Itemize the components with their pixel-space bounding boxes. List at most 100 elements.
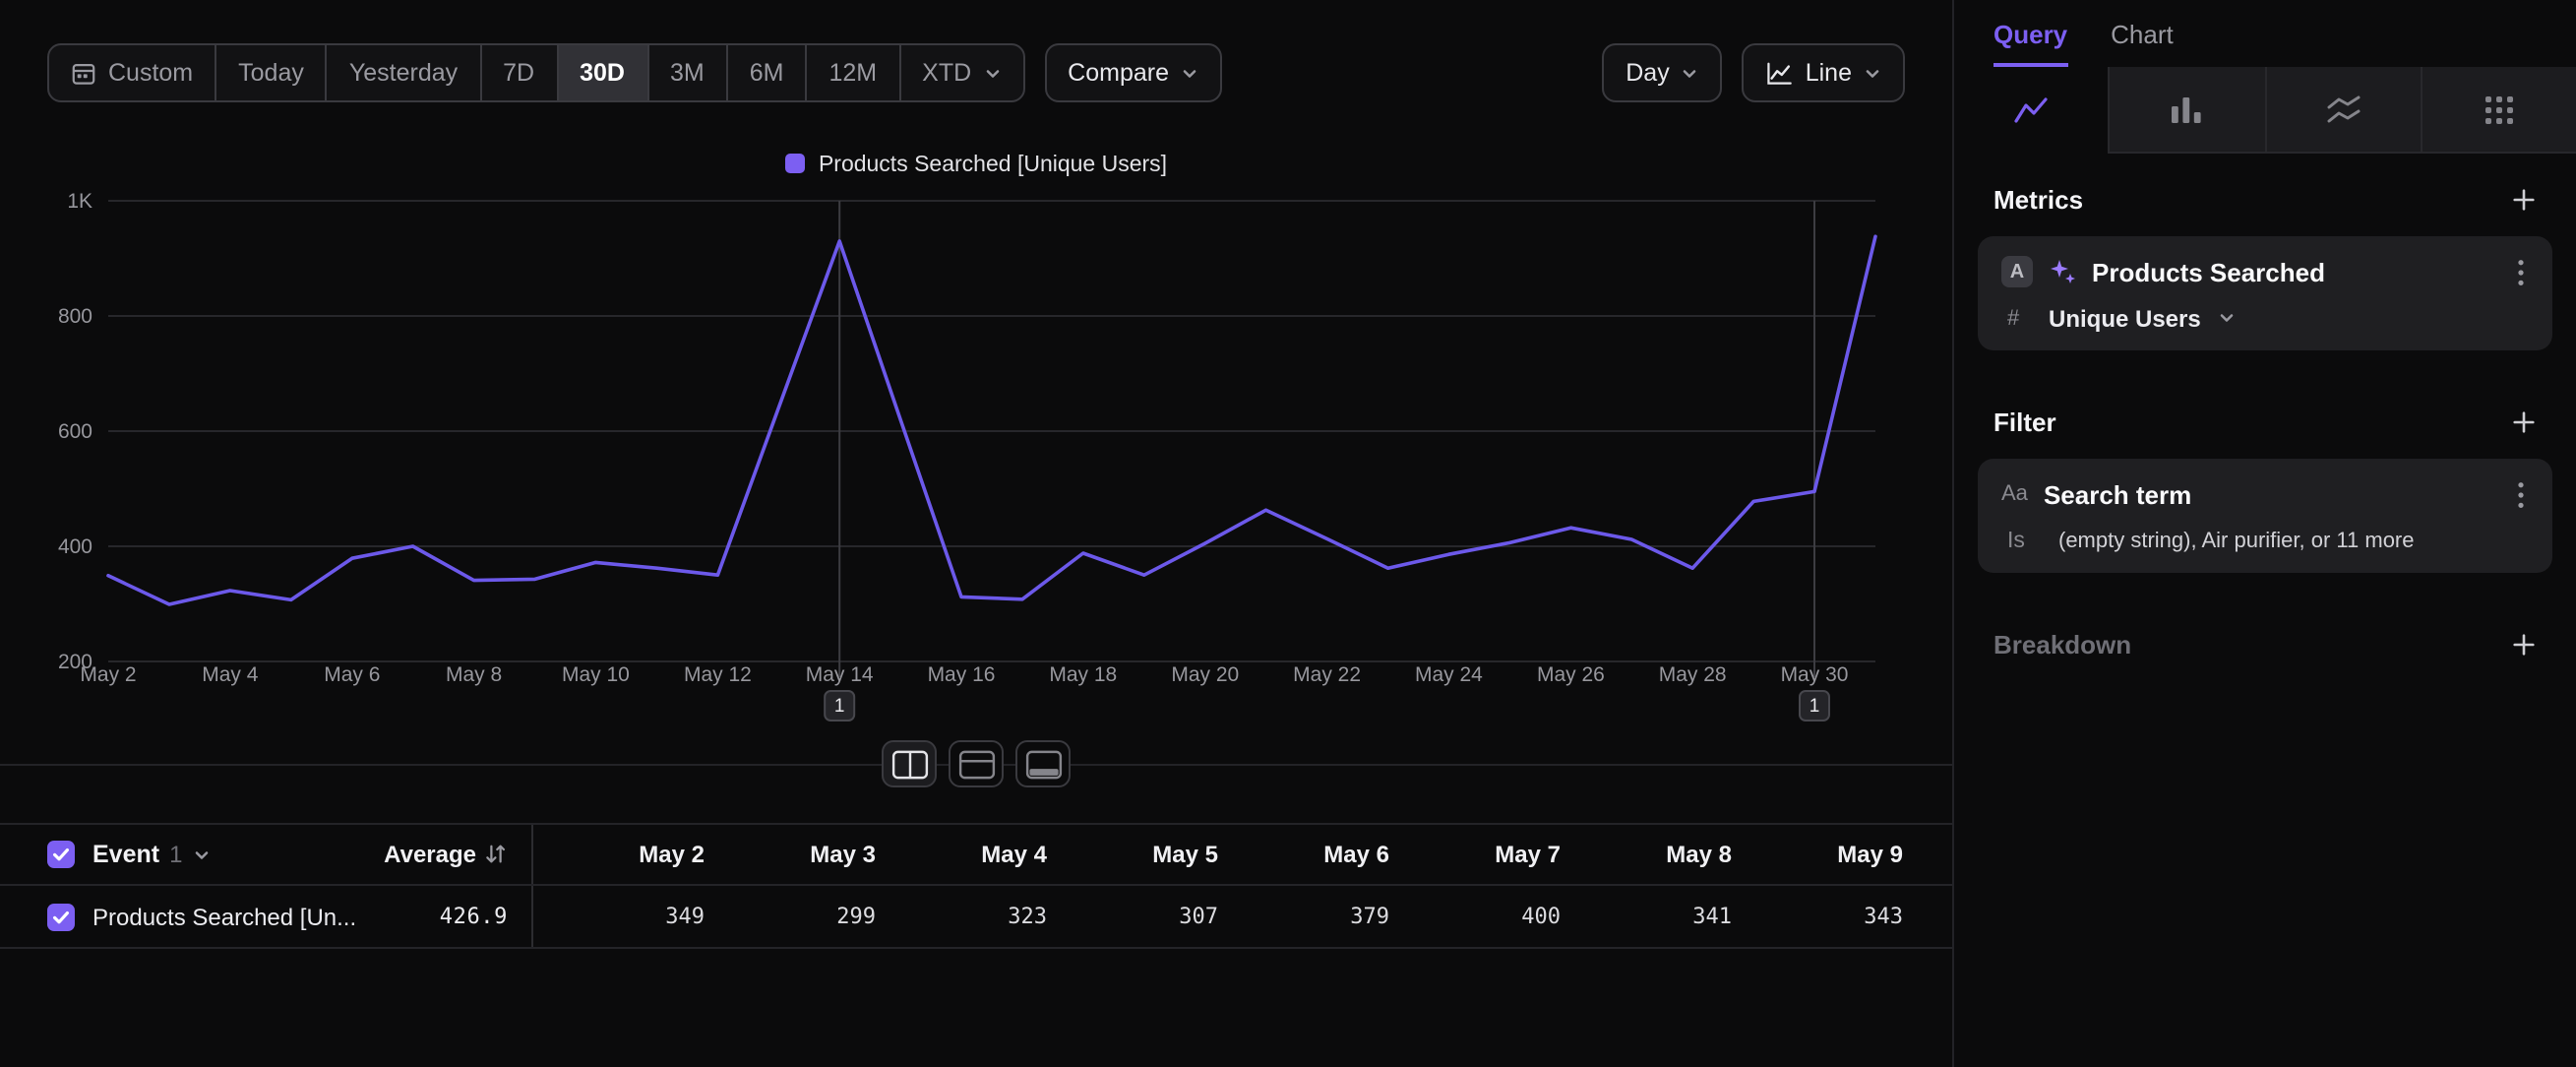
compare-label: Compare [1068,59,1169,87]
date-range-12m[interactable]: 12M [808,45,901,100]
x-tick-label: May 8 [446,663,502,686]
event-sparkle-icon [2049,258,2076,285]
layout-toggles [0,740,1952,787]
series-name: Products Searched [Un... [92,903,356,930]
filter-condition[interactable]: Is (empty string), Air purifier, or 11 m… [2001,526,2529,555]
viz-tab-stacked-chart[interactable] [2264,67,2421,154]
layout-toggle-split-rows[interactable] [949,740,1004,787]
granularity-button[interactable]: Day [1602,43,1722,102]
column-header[interactable]: May 6 [1218,841,1389,868]
granularity-label: Day [1625,59,1669,87]
results-table: Event 1 Average May 2May 3May 4May 5May … [0,823,1952,949]
stacked-chart-icon [2325,94,2361,125]
date-value-cells: 349299323307379400341343 [531,886,1903,947]
x-tick-label: May 10 [562,663,630,686]
chart-controls: Day Line [1602,43,1905,102]
breakdown-heading: Breakdown [1993,629,2131,659]
date-range-label: XTD [922,59,971,87]
svg-text:1: 1 [1809,696,1820,717]
row-checkbox[interactable] [47,903,75,930]
date-range-yesterday[interactable]: Yesterday [328,45,481,100]
x-tick-label: May 2 [80,663,136,686]
column-header[interactable]: May 8 [1561,841,1732,868]
x-tick-label: May 26 [1537,663,1605,686]
viz-tab-line-chart[interactable] [1954,67,2109,154]
filter-value: (empty string), Air purifier, or 11 more [2058,529,2415,552]
column-header[interactable]: May 4 [876,841,1047,868]
event-header-cell[interactable]: Event 1 [47,841,394,868]
bar-chart-icon [2170,94,2205,125]
metric-card[interactable]: A Products Searched # Unique Users [1978,236,2552,350]
viz-tab-bar-chart[interactable] [2109,67,2265,154]
select-all-checkbox[interactable] [47,841,75,868]
average-value-cell: 426.9 [394,904,508,929]
line-chart-icon [1766,60,1794,86]
aggregation-label: Unique Users [2049,304,2201,332]
chart-legend[interactable]: Products Searched [Unique Users] [0,154,1952,177]
plus-icon [2511,631,2537,657]
table-row[interactable]: Products Searched [Un... 426.9 349299323… [0,886,1952,949]
metrics-section-header: Metrics [1954,179,2576,219]
x-tick-label: May 28 [1659,663,1727,686]
query-sidebar: Query Chart Metrics A Products Searched [1952,0,2576,1067]
date-range-3m[interactable]: 3M [648,45,728,100]
string-property-icon: Aa [2001,482,2028,506]
date-range-6m[interactable]: 6M [728,45,808,100]
aggregation-selector[interactable]: # Unique Users [2001,303,2529,333]
x-tick-label: May 30 [1781,663,1849,686]
toolbar: CustomToday Yesterday 7D 30D 3M6M12M XTD Comp… [47,43,1905,102]
average-header-label: Average [384,841,476,868]
add-breakdown-button[interactable] [2507,627,2541,660]
cell-value: 299 [705,904,876,929]
tab-query[interactable]: Query [1993,0,2067,67]
grid-dots-icon [2484,94,2515,125]
kebab-icon [2517,479,2525,509]
chart-type-button[interactable]: Line [1743,43,1905,102]
x-tick-label: May 12 [684,663,752,686]
filter-property-name: Search term [2044,479,2497,509]
layout-toggle-bottom-drawer[interactable] [1015,740,1071,787]
metric-menu-button[interactable] [2513,253,2529,290]
x-tick-label: May 4 [202,663,259,686]
metric-name: Products Searched [2092,257,2497,286]
filter-card[interactable]: Aa Search term Is (empty string), Air pu… [1978,459,2552,573]
filter-heading: Filter [1993,407,2056,436]
add-metric-button[interactable] [2507,182,2541,216]
column-header[interactable]: May 3 [705,841,876,868]
average-header-cell[interactable]: Average [394,841,508,868]
date-range-7d[interactable]: 7D [481,45,558,100]
sort-icon[interactable] [484,843,508,866]
x-tick-label: May 20 [1171,663,1239,686]
chart-line[interactable] [108,236,1875,604]
annotation-badge[interactable]: 1 [825,691,854,721]
chevron-down-icon [2219,309,2237,327]
cell-value: 341 [1561,904,1732,929]
chart-type-label: Line [1806,59,1852,87]
line-chart-icon [2013,94,2049,125]
compare-button[interactable]: Compare [1044,43,1222,102]
date-range-label: 30D [580,59,625,87]
column-header[interactable]: May 5 [1047,841,1218,868]
viz-tab-grid-dots[interactable] [2421,67,2576,154]
date-range-custom[interactable]: Custom [49,45,216,100]
add-filter-button[interactable] [2507,405,2541,438]
line-chart[interactable]: 2004006008001KMay 2May 4May 6May 8May 10… [0,181,1952,744]
column-header[interactable]: May 2 [533,841,705,868]
tab-chart[interactable]: Chart [2111,0,2174,67]
column-header[interactable]: May 7 [1389,841,1561,868]
layout-toggle-split-columns[interactable] [882,740,937,787]
event-count: 1 [169,841,182,868]
x-tick-label: May 24 [1415,663,1483,686]
date-range-30d[interactable]: 30D [558,45,648,100]
date-column-headers: May 2May 3May 4May 5May 6May 7May 8May 9 [531,825,1903,884]
date-range-today[interactable]: Today [216,45,328,100]
filter-menu-button[interactable] [2513,475,2529,513]
date-range-xtd[interactable]: XTD [900,45,1022,100]
annotation-badge[interactable]: 1 [1800,691,1829,721]
column-header[interactable]: May 9 [1732,841,1903,868]
check-icon [51,907,71,926]
split-rows-icon [957,749,995,779]
date-range-label: 7D [503,59,534,87]
legend-swatch [785,154,805,173]
date-range-label: Yesterday [349,59,458,87]
